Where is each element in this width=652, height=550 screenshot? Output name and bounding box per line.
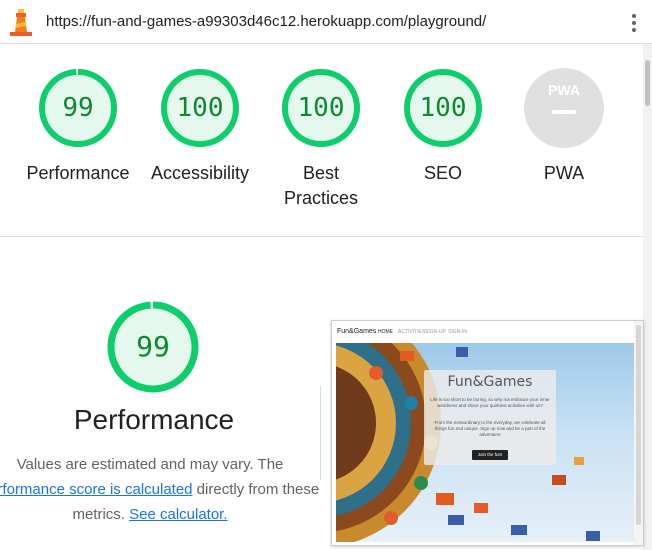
accessibility-score: 100 — [176, 93, 224, 123]
desc-line1: Values are estimated and may vary. The — [16, 456, 284, 473]
screenshot-navbar: Fun&Games HOME ACTIVITIES SIGN-UP SIGN-I… — [332, 321, 643, 343]
more-vert-icon[interactable] — [628, 12, 640, 34]
desc-line3-head: metrics. — [72, 506, 130, 523]
screenshot-join-button: Join the fun! — [472, 450, 508, 460]
screenshot-hero-card: Fun&Games Life is too short to be boring… — [424, 370, 556, 465]
see-calculator-link[interactable]: See calculator. — [129, 506, 227, 523]
screenshot-hero-title: Fun&Games — [447, 374, 533, 390]
performance-label: Performance — [26, 163, 130, 183]
seo-score: 100 — [419, 93, 467, 123]
address-bar: https://fun-and-games-a99303d46c12.herok… — [0, 0, 652, 44]
url-text[interactable]: https://fun-and-games-a99303d46c12.herok… — [46, 13, 486, 30]
best-practices-gauge[interactable]: 100 — [281, 68, 361, 148]
pwa-label: PWA — [543, 163, 585, 183]
desc-line3: metrics. See calculator. — [0, 502, 320, 527]
screenshot-brand: Fun&Games — [337, 328, 377, 335]
page-scrollbar-thumb[interactable] — [645, 60, 650, 106]
screenshot-nav-home: HOME — [378, 329, 393, 335]
best-practices-label-line1: Best — [302, 163, 340, 183]
final-screenshot[interactable]: Fun&Games HOME ACTIVITIES SIGN-UP SIGN-I… — [331, 320, 644, 546]
performance-detail-gauge: 99 — [107, 301, 199, 393]
screenshot-hero-text1: Life is too short to be boring, so why n… — [430, 397, 550, 408]
screenshot-nav-signin: SIGN-IN — [448, 329, 467, 335]
seo-label: SEO — [423, 163, 462, 183]
screenshot-hero-text2: From the extraordinary to the everyday, … — [434, 420, 546, 437]
pwa-badge[interactable]: PWA — [524, 68, 604, 148]
screenshot-nav-activities: ACTIVITIES — [398, 329, 426, 335]
page-scrollbar[interactable] — [643, 44, 652, 550]
best-practices-score: 100 — [297, 93, 345, 123]
desc-line2-tail: directly from these — [192, 481, 320, 498]
section-divider — [0, 236, 643, 237]
accessibility-label: Accessibility — [150, 163, 250, 183]
lighthouse-icon — [10, 8, 32, 36]
seo-gauge[interactable]: 100 — [403, 68, 483, 148]
pwa-badge-text: PWA — [548, 82, 580, 98]
desc-line2: performance score is calculated directly… — [0, 477, 320, 502]
performance-score: 99 — [62, 93, 94, 123]
score-calculated-link[interactable]: performance score is calculated — [0, 481, 193, 498]
vertical-divider — [320, 386, 321, 480]
screenshot-scrollbar-thumb — [636, 325, 641, 525]
accessibility-gauge[interactable]: 100 — [160, 68, 240, 148]
performance-title: Performance — [73, 404, 235, 435]
performance-description: Values are estimated and may vary. The p… — [0, 452, 320, 527]
screenshot-nav-signup: SIGN-UP — [425, 329, 446, 335]
best-practices-label-line2: Practices — [283, 188, 359, 208]
performance-gauge[interactable]: 99 — [38, 68, 118, 148]
screenshot-hero-image: Fun&Games Life is too short to be boring… — [336, 343, 634, 542]
best-practices-label: Best Practices — [261, 161, 381, 211]
performance-detail-score: 99 — [136, 330, 170, 363]
